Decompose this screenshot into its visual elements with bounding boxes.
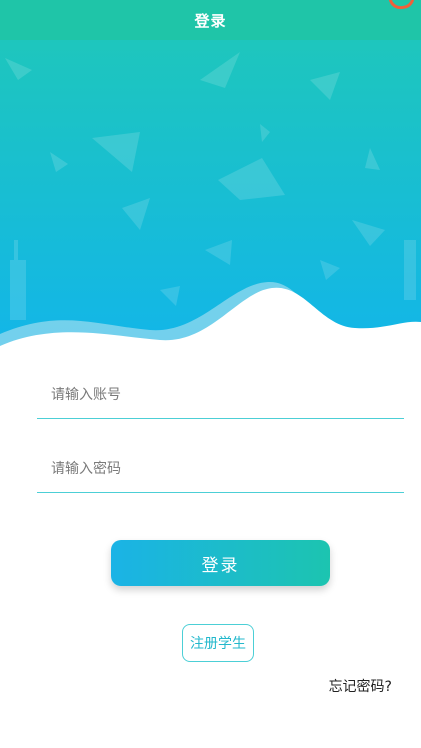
title-bar: 登录 bbox=[0, 0, 421, 40]
login-button[interactable]: 登录 bbox=[111, 540, 330, 586]
password-input[interactable] bbox=[37, 446, 404, 492]
password-field[interactable] bbox=[37, 446, 404, 493]
register-student-button[interactable]: 注册学生 bbox=[182, 624, 254, 662]
account-input[interactable] bbox=[37, 372, 404, 418]
forgot-password-link[interactable]: 忘记密码? bbox=[329, 676, 392, 696]
account-field[interactable] bbox=[37, 372, 404, 419]
page-title: 登录 bbox=[194, 11, 227, 30]
hero-banner bbox=[0, 40, 421, 360]
